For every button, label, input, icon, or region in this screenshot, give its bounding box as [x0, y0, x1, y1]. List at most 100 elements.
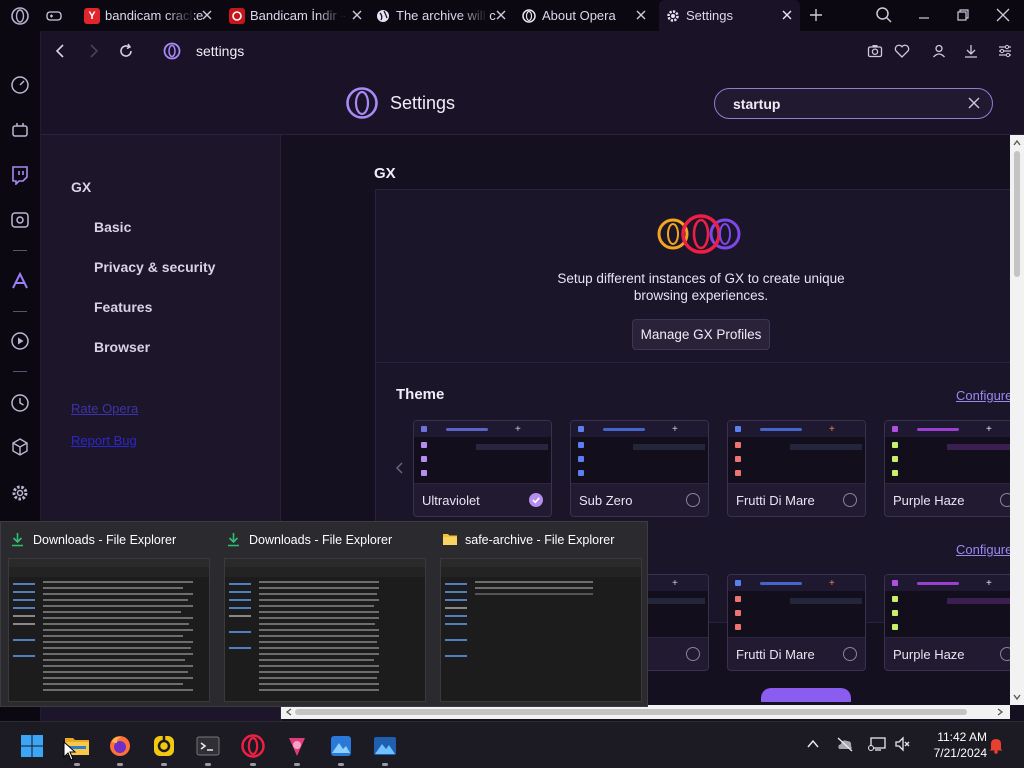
scroll-up-icon[interactable] — [1013, 139, 1021, 147]
theme-tile-row2-frutti-di-mare[interactable]: + Frutti Di Mare — [727, 574, 866, 671]
restore-icon[interactable] — [956, 8, 970, 22]
running-indicator — [338, 763, 344, 766]
aria-icon[interactable] — [10, 271, 30, 291]
rate-opera-link[interactable]: Rate Opera — [71, 401, 138, 416]
file-explorer-thumbnail[interactable] — [224, 558, 426, 702]
close-tab-icon[interactable] — [200, 8, 214, 22]
easy-setup-icon[interactable] — [997, 43, 1013, 59]
download-icon[interactable] — [963, 43, 979, 59]
history-icon[interactable] — [10, 393, 30, 413]
nav-item-privacy-security[interactable]: Privacy & security — [94, 259, 215, 275]
reload-icon[interactable] — [117, 42, 135, 60]
photos-icon-2[interactable] — [373, 734, 397, 758]
volume-muted-icon[interactable] — [894, 736, 910, 752]
folder-icon — [442, 532, 457, 547]
file-explorer-thumbnail[interactable] — [8, 558, 210, 702]
theme-tile-frutti-di-mare[interactable]: + Frutti Di Mare — [727, 420, 866, 517]
opera-gx-icon[interactable] — [241, 734, 265, 758]
app-icon[interactable] — [152, 734, 176, 758]
clear-search-icon[interactable] — [968, 97, 980, 109]
report-bug-link[interactable]: Report Bug — [71, 433, 137, 448]
theme-configure-link-2[interactable]: Configure — [956, 542, 1012, 557]
profile-icon[interactable] — [931, 43, 947, 59]
thumbnail-title[interactable]: Downloads - File Explorer — [226, 532, 392, 547]
yandex-icon: Y — [84, 7, 100, 24]
camera-icon[interactable] — [867, 43, 883, 59]
settings-search-input[interactable]: startup — [714, 88, 993, 119]
nav-section-gx[interactable]: GX — [71, 179, 91, 195]
theme-configure-link[interactable]: Configure — [956, 388, 1012, 403]
theme-tile-ultraviolet[interactable]: + Ultraviolet — [413, 420, 552, 517]
network-icon[interactable] — [868, 736, 886, 752]
close-tab-icon[interactable] — [780, 8, 794, 22]
partial-button[interactable] — [761, 688, 851, 702]
close-tab-icon[interactable] — [350, 8, 364, 22]
theme-tile-sub-zero[interactable]: + Sub Zero — [570, 420, 709, 517]
download-icon — [226, 532, 241, 547]
scroll-left-icon[interactable] — [285, 708, 293, 716]
chevron-up-icon[interactable] — [806, 737, 820, 751]
twitch-icon[interactable] — [10, 165, 30, 185]
player-icon[interactable] — [10, 331, 30, 351]
messenger-icon[interactable] — [10, 210, 30, 230]
theme-preview: + — [571, 421, 708, 484]
scroll-right-icon[interactable] — [996, 708, 1004, 716]
horizontal-scrollbar[interactable] — [281, 705, 1010, 719]
nav-item-features[interactable]: Features — [94, 299, 152, 315]
scroll-thumb[interactable] — [1014, 151, 1020, 277]
settings-header: Settings startup — [41, 71, 1024, 135]
notification-bell-icon[interactable] — [988, 736, 1004, 754]
app-icon-2[interactable] — [285, 734, 309, 758]
opera-gx-logo-icon[interactable] — [10, 6, 30, 26]
nav-item-basic[interactable]: Basic — [94, 219, 131, 235]
terminal-icon[interactable] — [196, 734, 220, 758]
theme-radio[interactable] — [843, 493, 857, 507]
sidebar-divider — [13, 371, 27, 372]
onedrive-offline-icon[interactable] — [836, 736, 854, 752]
search-tabs-icon[interactable] — [875, 6, 893, 24]
tab-archive[interactable]: The archive will c — [375, 0, 508, 31]
theme-tile-row2-purple-haze[interactable]: + Purple Haze — [884, 574, 1023, 671]
scroll-thumb[interactable] — [295, 709, 967, 715]
close-window-icon[interactable] — [996, 8, 1010, 22]
gx-profiles-description: Setup different instances of GX to creat… — [557, 271, 845, 303]
theme-selected-radio[interactable] — [529, 493, 543, 507]
forward-icon[interactable] — [85, 43, 101, 59]
tab-about-opera[interactable]: About Opera — [521, 0, 648, 31]
theme-radio[interactable] — [686, 493, 700, 507]
close-tab-icon[interactable] — [634, 8, 648, 22]
url-text[interactable]: settings — [196, 43, 244, 59]
running-indicator — [117, 763, 123, 766]
tab-bandicam-indir[interactable]: Bandicam İndir - — [229, 0, 364, 31]
scroll-down-icon[interactable] — [1013, 693, 1021, 701]
running-indicator — [74, 763, 80, 766]
tab-bandicam-cracked[interactable]: Y bandicam cracke — [84, 0, 214, 31]
running-indicator — [205, 763, 211, 766]
nav-item-browser[interactable]: Browser — [94, 339, 150, 355]
minimize-icon[interactable] — [917, 8, 931, 22]
close-tab-icon[interactable] — [494, 8, 508, 22]
thumbnail-title[interactable]: Downloads - File Explorer — [10, 532, 176, 547]
windows-start-icon[interactable] — [20, 734, 44, 758]
manage-gx-profiles-button[interactable]: Manage GX Profiles — [632, 319, 770, 350]
settings-icon[interactable] — [10, 483, 30, 503]
tab-settings[interactable]: Settings — [659, 0, 800, 31]
theme-radio[interactable] — [843, 647, 857, 661]
theme-tile-purple-haze[interactable]: + Purple Haze — [884, 420, 1023, 517]
theme-radio[interactable] — [686, 647, 700, 661]
firefox-icon[interactable] — [108, 734, 132, 758]
file-explorer-thumbnail[interactable] — [440, 558, 642, 702]
new-tab-icon[interactable] — [808, 7, 824, 23]
thumbnail-title[interactable]: safe-archive - File Explorer — [442, 532, 614, 547]
photos-icon[interactable] — [329, 734, 353, 758]
running-indicator — [161, 763, 167, 766]
extensions-icon[interactable] — [10, 437, 30, 457]
clock[interactable]: 11:42 AM 7/21/2024 — [919, 729, 987, 761]
tab-gx[interactable] — [46, 0, 76, 31]
gx-corner-icon[interactable] — [10, 120, 30, 140]
vertical-scrollbar[interactable] — [1010, 135, 1024, 705]
theme-prev-chevron-icon[interactable] — [394, 461, 406, 475]
heart-icon[interactable] — [894, 43, 910, 59]
gx-control-icon[interactable] — [10, 75, 30, 95]
back-icon[interactable] — [53, 43, 69, 59]
